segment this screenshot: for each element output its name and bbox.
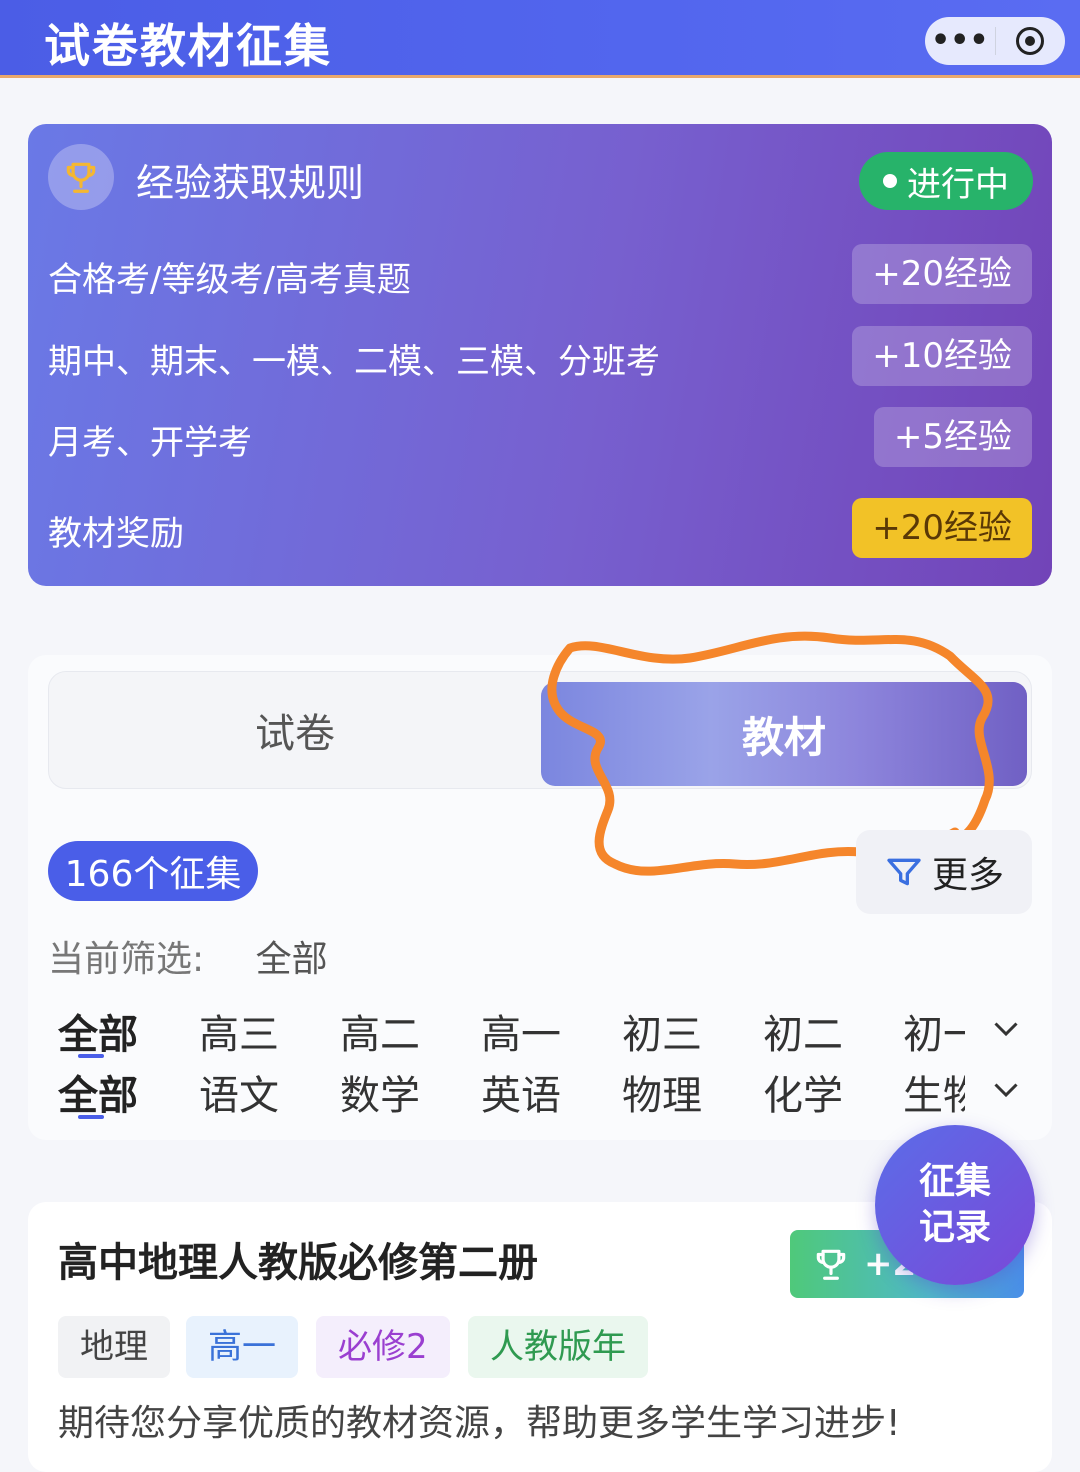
subject-chip-all[interactable]: 全部	[48, 1063, 148, 1121]
textbook-description: 期待您分享优质的教材资源，帮助更多学生学习进步!	[58, 1403, 901, 1444]
filter-icon	[887, 858, 921, 886]
rule-label: 期中、期末、一模、二模、三模、分班考	[48, 342, 660, 382]
rule-reward-badge-highlight: +20经验	[852, 498, 1032, 558]
grade-filter-row: 全部 高三 高二 高一 初三 初二 初一	[48, 1002, 1038, 1062]
tag-module: 必修2	[316, 1316, 450, 1378]
grade-chip[interactable]: 初一	[903, 1002, 965, 1060]
subject-chip[interactable]: 化学	[753, 1063, 853, 1121]
tab-textbooks[interactable]: 教材	[541, 682, 1027, 786]
rule-row: 合格考/等级考/高考真题 +20经验	[48, 244, 1032, 306]
grade-chip[interactable]: 高二	[330, 1002, 430, 1060]
tab-switcher: 试卷 教材	[48, 671, 1032, 789]
current-filter: 当前筛选: 全部	[48, 930, 328, 982]
status-label: 进行中	[907, 164, 1009, 205]
subject-filter-row: 全部 语文 数学 英语 物理 化学 生物	[48, 1063, 1038, 1123]
app-header: 试卷教材征集 •••	[0, 0, 1080, 78]
rule-label: 月考、开学考	[48, 423, 252, 463]
current-filter-value: 全部	[255, 939, 328, 980]
grade-chip[interactable]: 初三	[612, 1002, 712, 1060]
more-filter-button[interactable]: 更多	[856, 830, 1032, 914]
fab-label-line1: 征集	[918, 1161, 991, 1202]
status-dot-icon	[883, 174, 897, 188]
trophy-icon	[816, 1249, 846, 1280]
rule-row: 月考、开学考 +5经验	[48, 407, 1032, 469]
rule-reward-badge: +20经验	[852, 244, 1032, 304]
current-filter-label: 当前筛选:	[48, 939, 205, 980]
tag-edition: 人教版年	[468, 1316, 648, 1378]
grade-chip[interactable]: 高三	[189, 1002, 289, 1060]
grade-chip[interactable]: 高一	[471, 1002, 571, 1060]
mini-program-capsule: •••	[925, 17, 1065, 65]
textbook-title: 高中地理人教版必修第二册	[58, 1240, 538, 1286]
tag-subject: 地理	[58, 1316, 170, 1378]
tab-exam-papers[interactable]: 试卷	[49, 672, 541, 788]
rules-card: 经验获取规则 进行中 合格考/等级考/高考真题 +20经验 期中、期末、一模、二…	[28, 124, 1052, 586]
collection-count-badge: 166个征集	[48, 841, 258, 901]
rules-title: 经验获取规则	[136, 161, 365, 205]
grade-chip[interactable]: 初二	[753, 1002, 853, 1060]
subject-chip[interactable]: 物理	[612, 1063, 712, 1121]
subject-chip[interactable]: 数学	[330, 1063, 430, 1121]
rule-label: 合格考/等级考/高考真题	[48, 260, 411, 300]
more-dots-icon[interactable]: •••	[925, 21, 995, 61]
chevron-down-icon[interactable]	[988, 1010, 1024, 1046]
rule-row: 教材奖励 +20经验	[48, 498, 1032, 560]
subject-chip[interactable]: 英语	[471, 1063, 571, 1121]
tag-grade: 高一	[186, 1316, 298, 1378]
chevron-down-icon[interactable]	[988, 1071, 1024, 1107]
rule-row: 期中、期末、一模、二模、三模、分班考 +10经验	[48, 326, 1032, 388]
page-title: 试卷教材征集	[44, 19, 332, 73]
more-filter-label: 更多	[931, 855, 1004, 896]
fab-label-line2: 记录	[918, 1207, 991, 1248]
status-badge: 进行中	[859, 152, 1033, 210]
target-icon[interactable]	[996, 27, 1066, 55]
grade-chip-all[interactable]: 全部	[48, 1002, 148, 1060]
rule-reward-badge: +10经验	[852, 326, 1032, 386]
subject-chip[interactable]: 生物	[903, 1063, 965, 1121]
rule-reward-badge: +5经验	[873, 407, 1032, 467]
rule-label: 教材奖励	[48, 514, 184, 554]
collection-record-button[interactable]: 征集 记录	[875, 1125, 1035, 1285]
trophy-icon	[48, 144, 114, 210]
subject-chip[interactable]: 语文	[189, 1063, 289, 1121]
